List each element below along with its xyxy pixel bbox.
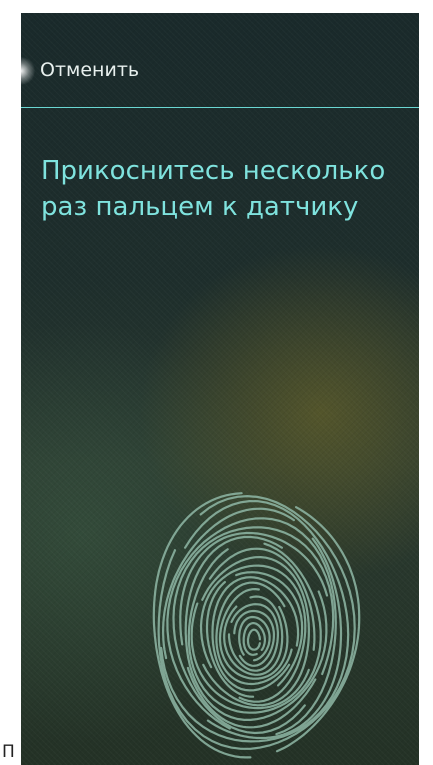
header-divider — [21, 107, 419, 108]
cancel-button[interactable]: Отменить — [40, 59, 139, 81]
enrollment-screen: Отменить Прикоснитесь несколько раз паль… — [21, 13, 419, 765]
page: Отменить Прикоснитесь несколько раз паль… — [0, 0, 433, 765]
touch-glow — [21, 57, 35, 85]
fingerprint-ridge — [190, 602, 310, 710]
fingerprint-ridge — [187, 542, 322, 714]
fingerprint-ridge — [246, 628, 261, 651]
fingerprint-icon — [152, 492, 361, 759]
instruction-text: Прикоснитесь несколько раз пальцем к дат… — [41, 156, 386, 222]
overflow-text: П — [2, 742, 15, 762]
